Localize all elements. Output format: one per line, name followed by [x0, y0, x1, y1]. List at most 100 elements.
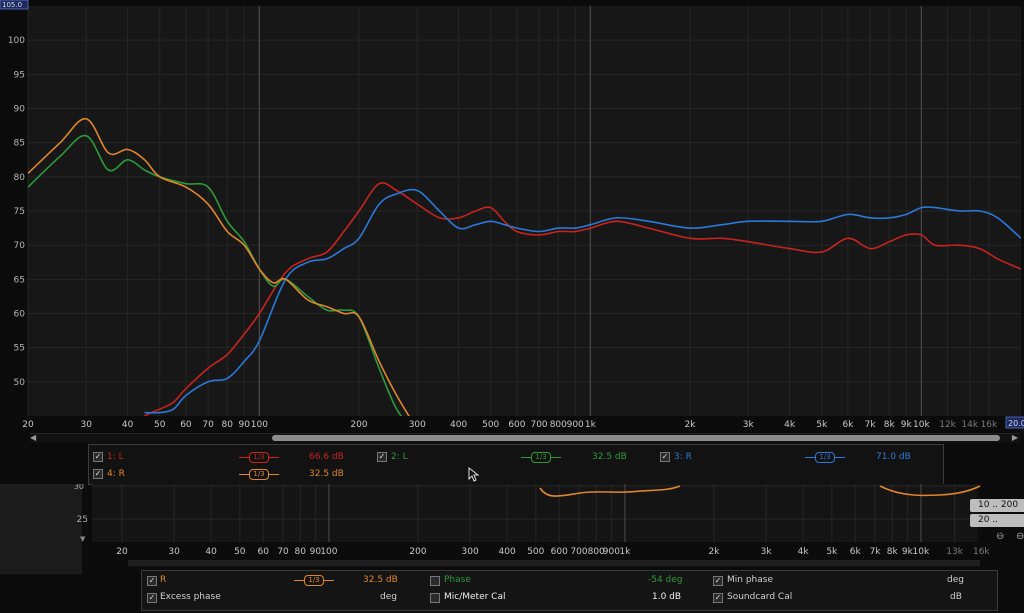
x-tick-label: 12k — [939, 420, 956, 430]
lower-x-tick-label: 50 — [234, 547, 246, 557]
x-tick-label: 50 — [154, 420, 166, 430]
y-tick-label: 70 — [14, 241, 26, 251]
phase-plot-area[interactable] — [92, 484, 978, 542]
scroll-left-icon[interactable]: ◀ — [30, 433, 36, 442]
trace3-checkbox[interactable]: ✓ — [660, 452, 670, 462]
lower-x-tick-label: 400 — [499, 547, 516, 557]
horizontal-scrollbar[interactable]: ◀ ▶ — [30, 433, 1020, 443]
trace4-checkbox[interactable]: ✓ — [93, 469, 103, 479]
x-tick-label: 20 — [22, 420, 34, 430]
lower-x-tick-label: 700 — [570, 547, 587, 557]
zoom-in-icon[interactable]: ⊖ — [1016, 531, 1024, 542]
soundcard-cal-label: Soundcard Cal — [727, 592, 793, 602]
lower-scroll-down-icon[interactable]: ▼ — [80, 535, 86, 543]
y-tick-label: 90 — [14, 105, 26, 115]
phase-label: Phase — [444, 575, 471, 585]
trace4-label: 4: R — [107, 469, 125, 479]
range-button-10-200[interactable]: 10 .. 200 — [970, 499, 1024, 512]
soundcard-cal-unit: dB — [950, 592, 962, 602]
lower-x-tick-label: 600 — [551, 547, 568, 557]
x-tick-label: 3k — [743, 420, 755, 430]
lower-x-tick-label: 70 — [277, 547, 289, 557]
lower-x-tick-label: 7k — [870, 547, 882, 557]
x-tick-label: 40 — [122, 420, 134, 430]
lower-x-tick-label: 500 — [527, 547, 544, 557]
scroll-right-icon[interactable]: ▶ — [1012, 433, 1018, 442]
lower-ytick: 30 — [74, 484, 84, 491]
trace4-smoothing[interactable]: 1/3 — [239, 469, 279, 480]
x-tick-label: 300 — [409, 420, 426, 430]
lower-x-tick-label: 3k — [761, 547, 773, 557]
y-tick-label: 85 — [14, 139, 25, 149]
lower-x-tick-label: 1k — [619, 547, 631, 557]
trace3-value: 71.0 dB — [876, 452, 911, 462]
legend-panel: ✓ 1: L 1/3 66.6 dB ✓ 2: L 1/3 32.5 dB ✓ … — [88, 444, 944, 485]
x-tick-label: 14k — [961, 420, 978, 430]
x-tick-label: 30 — [81, 420, 93, 430]
trace3-smoothing[interactable]: 1/3 — [805, 452, 845, 463]
lower-x-tick-label: 4k — [798, 547, 810, 557]
x-tick-label: 70 — [202, 420, 214, 430]
x-tick-label: 6k — [842, 420, 854, 430]
x-tick-label: 600 — [508, 420, 525, 430]
y-top-badge[interactable]: 105.0 — [2, 1, 22, 9]
phase-graph[interactable]: 30 25 20 30 40 50 60 70 80 90 100 200 300 400 500 600… — [0, 484, 1024, 572]
lower-x-tick-label: 40 — [205, 547, 217, 557]
y-tick-label: 95 — [14, 70, 25, 80]
lower-x-tick-label: 8k — [887, 547, 899, 557]
trace1-smoothing[interactable]: 1/3 — [239, 452, 279, 463]
min-phase-label: Min phase — [727, 575, 773, 585]
trace1-label: 1: L — [107, 452, 124, 462]
lower-x-tick-label: 13k — [946, 547, 963, 557]
spl-graph[interactable]: 100 95 90 85 80 75 70 65 60 55 50 20 30 40 50 60 70 80 90… — [0, 0, 1024, 440]
y-tick-label: 50 — [14, 378, 26, 388]
scrollbar-thumb[interactable] — [272, 435, 1000, 441]
trace1-checkbox[interactable]: ✓ — [93, 452, 103, 462]
r-value: 32.5 dB — [363, 575, 398, 585]
excess-phase-label: Excess phase — [160, 592, 221, 602]
x-tick-label: 4k — [784, 420, 796, 430]
range-button-20-20000[interactable]: 20 .. 20,000 — [970, 514, 1024, 538]
trace2-checkbox[interactable]: ✓ — [377, 452, 387, 462]
lower-x-tick-label: 300 — [462, 547, 479, 557]
r-smoothing[interactable]: 1/3 — [294, 575, 334, 586]
lower-x-tick-label: 10k — [913, 547, 930, 557]
lower-x-tick-label: 100 — [320, 547, 337, 557]
excess-phase-checkbox[interactable]: ✓ — [147, 593, 157, 603]
phase-controls-panel: ✓ R 1/3 32.5 dB Phase -54 deg ✓ Min phas… — [141, 570, 998, 611]
lower-x-tick-label: 60 — [258, 547, 270, 557]
x-tick-label: 8k — [884, 420, 896, 430]
x-tick-label: 80 — [222, 420, 234, 430]
lower-ytick: 25 — [77, 515, 88, 525]
excess-phase-unit: deg — [380, 592, 397, 602]
trace2-label: 2: L — [391, 452, 408, 462]
x-tick-label: 700 — [530, 420, 547, 430]
y-tick-label: 100 — [8, 36, 25, 46]
min-phase-unit: deg — [947, 575, 964, 585]
trace2-smoothing[interactable]: 1/3 — [521, 452, 561, 463]
legend-row: ✓ 1: L 1/3 66.6 dB ✓ 2: L 1/3 32.5 dB ✓ … — [89, 452, 943, 468]
x-right-badge[interactable]: 20.0 — [1008, 419, 1024, 428]
lower-x-tick-label: 30 — [168, 547, 180, 557]
y-tick-label: 55 — [14, 344, 25, 354]
r-label: R — [160, 575, 167, 585]
x-tick-label: 1k — [585, 420, 597, 430]
soundcard-cal-checkbox[interactable]: ✓ — [713, 593, 723, 603]
x-tick-label: 90 — [238, 420, 250, 430]
mic-cal-checkbox[interactable] — [430, 593, 440, 603]
phase-checkbox[interactable] — [430, 576, 440, 586]
r-checkbox[interactable]: ✓ — [147, 576, 157, 586]
y-tick-label: 75 — [14, 207, 25, 217]
trace4-value: 32.5 dB — [309, 469, 344, 479]
x-tick-label: 7k — [865, 420, 877, 430]
lower-x-tick-label: 2k — [709, 547, 721, 557]
min-phase-checkbox[interactable]: ✓ — [713, 576, 723, 586]
trace3-label: 3: R — [674, 452, 692, 462]
mic-cal-value: 1.0 dB — [652, 592, 682, 602]
mic-cal-label: Mic/Meter Cal — [444, 592, 506, 602]
x-tick-label: 100 — [251, 420, 268, 430]
x-tick-label: 16k — [981, 420, 998, 430]
x-tick-label: 900 — [567, 420, 584, 430]
mouse-cursor-icon — [468, 467, 480, 482]
x-tick-label: 5k — [816, 420, 828, 430]
